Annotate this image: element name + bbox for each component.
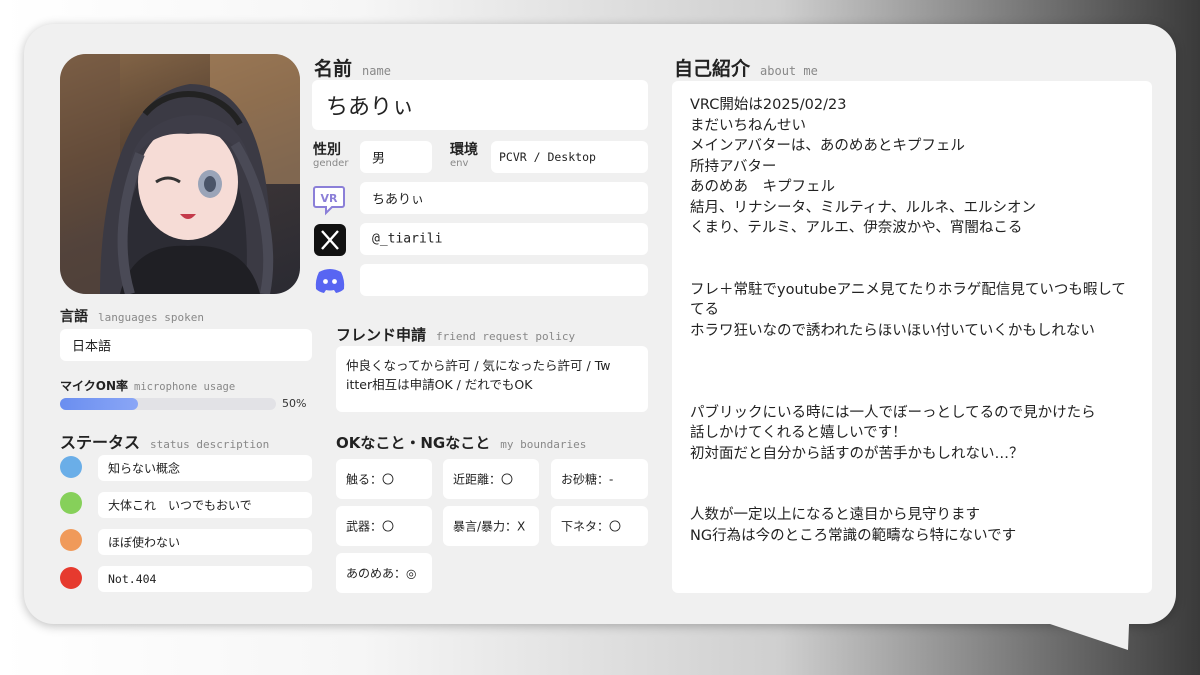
speech-bubble-tail bbox=[1030, 600, 1130, 650]
env-sub: env bbox=[450, 158, 469, 169]
status-item: 大体これ いつでもおいで bbox=[98, 492, 312, 518]
status-dot-red bbox=[60, 567, 82, 589]
languages-value: 日本語 bbox=[72, 339, 112, 355]
about-field: VRC開始は2025/02/23 まだいちねんせい メインアバターは、あのめあと… bbox=[672, 81, 1152, 593]
mic-progress-fill bbox=[60, 398, 138, 410]
gender-field: 男 bbox=[360, 141, 432, 173]
gender-label: 性別 bbox=[313, 142, 341, 158]
about-text: VRC開始は2025/02/23 まだいちねんせい メインアバターは、あのめあと… bbox=[690, 97, 1126, 544]
vrchat-icon: VR bbox=[312, 181, 348, 217]
env-label: 環境 bbox=[450, 142, 478, 158]
boundary-touch: 触る：〇 bbox=[336, 459, 432, 499]
mic-percent: 50% bbox=[282, 397, 307, 410]
vrchat-value: ちありぃ bbox=[372, 192, 425, 208]
languages-field: 日本語 bbox=[60, 329, 312, 361]
gender-value: 男 bbox=[372, 151, 386, 167]
avatar bbox=[60, 54, 300, 294]
profile-card: 名前 name ちありぃ 性別 gender 男 環境 env PCVR / De… bbox=[24, 24, 1176, 624]
discord-icon bbox=[312, 262, 348, 298]
mic-heading: マイクON率 microphone usage bbox=[60, 379, 236, 393]
status-dot-orange bbox=[60, 529, 82, 551]
boundary-lewd: 下ネタ：〇 bbox=[551, 506, 648, 546]
avatar-illustration bbox=[60, 54, 300, 294]
boundary-anomea: あのめあ：◎ bbox=[336, 553, 432, 593]
twitter-field: @_tiarili bbox=[360, 223, 648, 255]
languages-heading: 言語 languages spoken bbox=[60, 309, 204, 325]
vrchat-field: ちありぃ bbox=[360, 182, 648, 214]
env-field: PCVR / Desktop bbox=[491, 141, 648, 173]
boundaries-heading: OKなこと・NGなこと my boundaries bbox=[336, 434, 587, 452]
about-heading: 自己紹介 about me bbox=[674, 58, 818, 80]
twitter-value: @_tiarili bbox=[372, 231, 443, 247]
boundary-weapons: 武器：〇 bbox=[336, 506, 432, 546]
status-item: Not.404 bbox=[98, 566, 312, 592]
status-dot-green bbox=[60, 492, 82, 514]
boundary-violence: 暴言/暴力：X bbox=[443, 506, 539, 546]
mic-progress-bar bbox=[60, 398, 276, 410]
name-value: ちありぃ bbox=[326, 95, 415, 120]
boundary-close-distance: 近距離：〇 bbox=[443, 459, 539, 499]
status-dot-blue bbox=[60, 456, 82, 478]
status-heading: ステータス status description bbox=[60, 433, 270, 452]
boundary-sugar: お砂糖：- bbox=[551, 459, 648, 499]
friend-heading: フレンド申請 friend request policy bbox=[336, 326, 576, 344]
discord-field bbox=[360, 264, 648, 296]
status-item: ほぼ使わない bbox=[98, 529, 312, 555]
name-field: ちありぃ bbox=[312, 80, 648, 130]
x-twitter-icon bbox=[312, 222, 348, 258]
gender-sub: gender bbox=[313, 158, 349, 169]
name-heading: 名前 name bbox=[314, 58, 391, 80]
env-value: PCVR / Desktop bbox=[499, 150, 596, 164]
friend-policy-text: 仲良くなってから許可 / 気になったら許可 / Tw itter相互は申請OK … bbox=[346, 358, 611, 392]
friend-policy-field: 仲良くなってから許可 / 気になったら許可 / Tw itter相互は申請OK … bbox=[336, 346, 648, 412]
status-item: 知らない概念 bbox=[98, 455, 312, 481]
svg-text:VR: VR bbox=[321, 192, 339, 205]
